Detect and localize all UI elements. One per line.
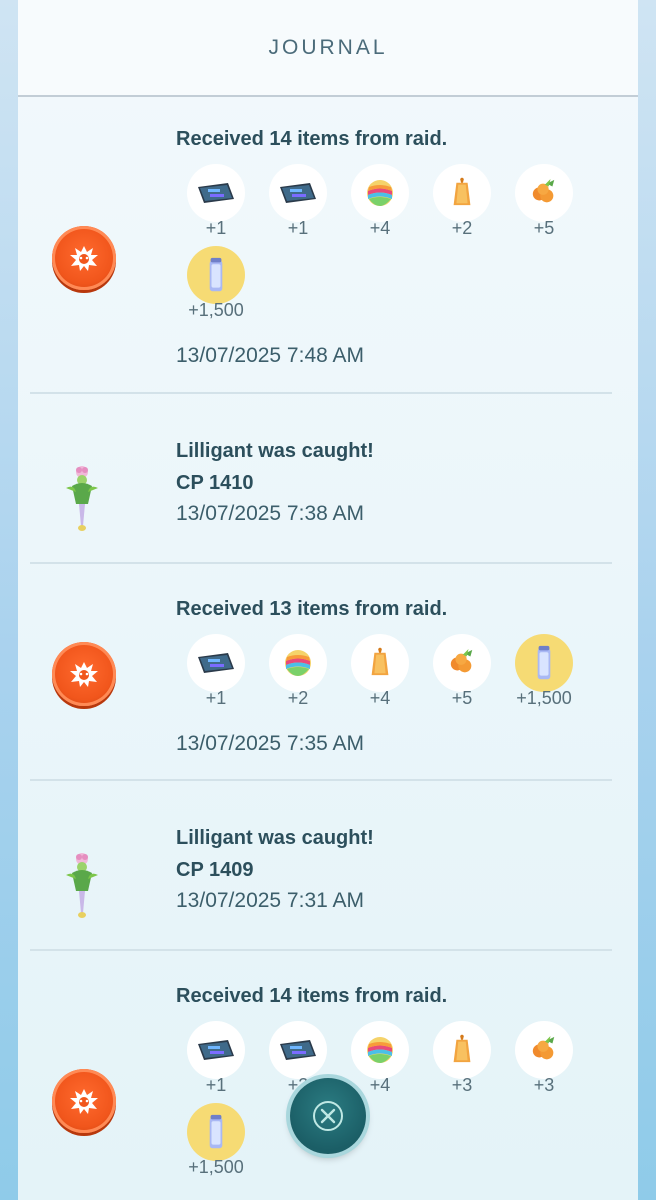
entry-title: Received 14 items from raid.: [176, 128, 448, 150]
reward-count: +1: [287, 218, 309, 238]
reward-item: +1,500: [181, 1103, 251, 1178]
reward-item: +5: [509, 164, 579, 239]
reward-item: +1,500: [509, 634, 579, 709]
tm-disc-icon: [187, 634, 245, 692]
reward-item: +1,500: [181, 246, 251, 321]
raid-egg-icon: [52, 226, 116, 290]
raid-egg-icon: [52, 642, 116, 706]
reward-item: +1: [181, 164, 251, 239]
reward-count: +1,500: [188, 300, 244, 320]
tm-disc-icon: [269, 164, 327, 222]
entry-title: Lilligant was caught!: [176, 440, 374, 462]
entry-title: Received 14 items from raid.: [176, 985, 448, 1007]
entry-timestamp: 13/07/2025 7:48 AM: [176, 344, 364, 367]
reward-count: +4: [369, 218, 391, 238]
rare-candy-icon: [351, 164, 409, 222]
close-button[interactable]: [290, 1078, 366, 1154]
lilligant-icon: [62, 462, 102, 537]
raid-egg-icon: [52, 1069, 116, 1133]
reward-count: +2: [287, 688, 309, 708]
reward-count: +5: [451, 688, 473, 708]
stardust-icon: [515, 634, 573, 692]
reward-item: +2: [427, 164, 497, 239]
reward-item: +4: [345, 1021, 415, 1096]
reward-count: +1: [205, 218, 227, 238]
entry-timestamp: 13/07/2025 7:31 AM: [176, 889, 364, 912]
stardust-icon: [187, 246, 245, 304]
entry-cp: CP 1409: [176, 859, 254, 881]
reward-count: +1: [205, 1075, 227, 1095]
reward-item: +3: [509, 1021, 579, 1096]
divider: [30, 779, 612, 781]
close-icon: [313, 1101, 343, 1131]
entry-title: Lilligant was caught!: [176, 827, 374, 849]
divider: [30, 392, 612, 394]
reward-count: +1,500: [188, 1157, 244, 1177]
reward-count: +5: [533, 218, 555, 238]
lilligant-icon: [62, 849, 102, 924]
divider: [30, 949, 612, 951]
reward-count: +1,500: [516, 688, 572, 708]
golden-berry-icon: [433, 164, 491, 222]
reward-item: +2: [263, 634, 333, 709]
reward-count: +3: [451, 1075, 473, 1095]
golden-berry-icon: [351, 634, 409, 692]
entry-timestamp: 13/07/2025 7:35 AM: [176, 732, 364, 755]
page-title: JOURNAL: [268, 35, 388, 59]
reward-item: +1: [181, 1021, 251, 1096]
reward-count: +2: [451, 218, 473, 238]
entry-timestamp: 13/07/2025 7:38 AM: [176, 502, 364, 525]
journal-panel: JOURNAL Received 14 items from raid. +1 …: [18, 0, 638, 1200]
entry-cp: CP 1410: [176, 472, 254, 494]
reward-item: +4: [345, 164, 415, 239]
pinap-berry-icon: [515, 164, 573, 222]
golden-berry-icon: [433, 1021, 491, 1079]
divider: [30, 562, 612, 564]
pinap-berry-icon: [433, 634, 491, 692]
reward-item: +1: [263, 164, 333, 239]
tm-disc-icon: [187, 164, 245, 222]
journal-header: JOURNAL: [18, 0, 638, 97]
reward-item: +4: [345, 634, 415, 709]
reward-count: +1: [205, 688, 227, 708]
reward-item: +1: [181, 634, 251, 709]
reward-count: +3: [533, 1075, 555, 1095]
pinap-berry-icon: [515, 1021, 573, 1079]
tm-disc-icon: [269, 1021, 327, 1079]
rare-candy-icon: [351, 1021, 409, 1079]
rare-candy-icon: [269, 634, 327, 692]
reward-count: +4: [369, 688, 391, 708]
reward-item: +3: [427, 1021, 497, 1096]
stardust-icon: [187, 1103, 245, 1161]
tm-disc-icon: [187, 1021, 245, 1079]
reward-item: +5: [427, 634, 497, 709]
entry-title: Received 13 items from raid.: [176, 598, 448, 620]
